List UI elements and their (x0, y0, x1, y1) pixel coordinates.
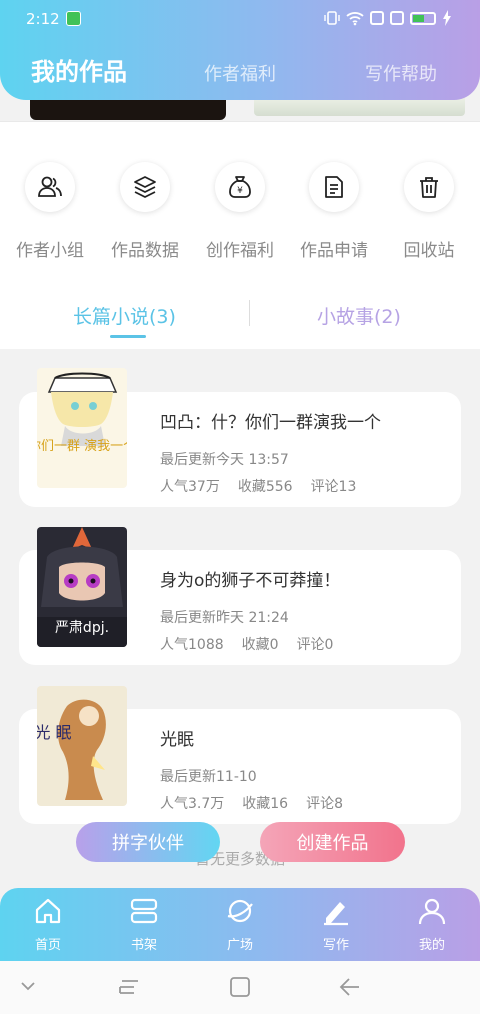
trash-icon (420, 177, 438, 198)
bookshelf-icon (130, 898, 158, 924)
nav-write[interactable]: 写作 (306, 896, 366, 953)
nav-profile[interactable]: 我的 (402, 896, 462, 953)
work-stats: 人气37万 收藏556 评论13 (160, 476, 356, 496)
group-icon (38, 176, 62, 197)
home-icon (35, 898, 61, 924)
cover-text: 严肃dpj. (55, 620, 109, 636)
nav-label: 书架 (130, 938, 157, 953)
nav-label: 写作 (322, 938, 349, 953)
work-comments: 评论8 (306, 796, 344, 812)
svg-text:¥: ¥ (237, 186, 243, 196)
quick-action-panel: 作者小组 作品数据 ¥ 创作福利 作品申请 回收站 长篇小说(3) 小故事(2) (0, 121, 480, 349)
nav-label: 首页 (34, 938, 61, 953)
quick-creation-benefits[interactable]: ¥ 创作福利 (190, 162, 290, 261)
nav-bookshelf[interactable]: 书架 (114, 896, 174, 953)
quick-author-group[interactable]: 作者小组 (0, 162, 100, 261)
battery-icon (410, 11, 436, 25)
work-cover[interactable]: 你们一群 演我一个 (37, 368, 127, 488)
quick-label: 作者小组 (16, 241, 84, 261)
cover-text: 光 眠 (37, 723, 72, 742)
create-work-button[interactable]: 创建作品 (260, 822, 405, 862)
recents-icon[interactable] (116, 975, 142, 999)
sim-alert-icon (370, 11, 384, 25)
work-comments: 评论13 (310, 479, 357, 495)
work-popularity: 人气37万 (160, 479, 220, 495)
tab-author-benefits[interactable]: 作者福利 (204, 60, 276, 86)
quick-label: 作品数据 (111, 241, 179, 261)
quick-work-data[interactable]: 作品数据 (95, 162, 195, 261)
work-comments: 评论0 (296, 637, 334, 653)
planet-icon (227, 899, 253, 923)
quick-work-application[interactable]: 作品申请 (284, 162, 384, 261)
nav-plaza[interactable]: 广场 (210, 896, 270, 953)
cover-illustration: 你们一群 演我一个 (37, 368, 127, 488)
quick-label: 回收站 (403, 241, 455, 261)
system-nav-bar (0, 961, 480, 1014)
layers-icon (134, 176, 156, 198)
money-bag-icon: ¥ (229, 176, 251, 198)
work-popularity: 人气1088 (160, 637, 224, 653)
tab-writing-help[interactable]: 写作帮助 (365, 60, 437, 86)
work-favorites: 收藏0 (241, 637, 279, 653)
work-title: 凹凸：什？你们一群演我一个 (160, 413, 381, 433)
writing-partner-button[interactable]: 拼字伙伴 (76, 822, 220, 862)
cover-text: 你们一群 演我一个 (37, 438, 127, 454)
pen-icon (324, 902, 348, 926)
home-square-icon[interactable] (228, 975, 252, 999)
no-more-data: 暂无更多数据 (194, 850, 285, 868)
document-icon (325, 176, 343, 198)
profile-icon (418, 898, 446, 925)
work-updated: 最后更新今天 13:57 (160, 452, 289, 468)
bottom-nav: 首页 书架 广场 写作 我的 (0, 888, 480, 961)
cover-illustration: 光 眠 (37, 686, 127, 806)
work-cover[interactable]: 光 眠 (37, 686, 127, 806)
segment-short-stories[interactable]: 小故事(2) (317, 302, 401, 329)
work-favorites: 收藏16 (242, 796, 289, 812)
status-bar: 2:12 (0, 8, 480, 30)
work-stats: 人气3.7万 收藏16 评论8 (160, 793, 343, 813)
work-popularity: 人气3.7万 (160, 796, 225, 812)
work-title: 身为o的狮子不可莽撞！ (160, 571, 341, 591)
tab-my-works[interactable]: 我的作品 (31, 52, 127, 87)
header-tabs: 我的作品 作者福利 写作帮助 (0, 52, 480, 92)
cover-illustration: 严肃dpj. (37, 527, 127, 647)
vibrate-icon (324, 11, 340, 25)
nav-label: 我的 (418, 938, 445, 953)
header-bar: 2:12 我的作品 作者福利 写作帮助 (0, 0, 480, 100)
charging-icon (443, 10, 451, 26)
quick-label: 作品申请 (300, 241, 368, 261)
quick-recycle-bin[interactable]: 回收站 (379, 162, 479, 261)
wifi-icon (346, 12, 364, 26)
chevron-down-icon[interactable] (20, 981, 36, 991)
segment-long-novels[interactable]: 长篇小说(3) (73, 302, 176, 329)
back-arrow-icon[interactable] (338, 975, 362, 999)
work-title: 光眠 (160, 730, 194, 750)
work-cover[interactable]: 严肃dpj. (37, 527, 127, 647)
segment-active-indicator (110, 335, 146, 338)
segment-divider (249, 300, 250, 326)
work-updated: 最后更新11-10 (160, 769, 257, 785)
status-time: 2:12 (26, 10, 60, 28)
status-icons (324, 10, 452, 26)
app-notification-icon (66, 11, 81, 26)
nav-label: 广场 (226, 938, 253, 953)
quick-label: 创作福利 (206, 241, 274, 261)
sim-alert-icon-2 (390, 11, 404, 25)
work-updated: 最后更新昨天 21:24 (160, 610, 289, 626)
work-favorites: 收藏556 (237, 479, 293, 495)
work-stats: 人气1088 收藏0 评论0 (160, 634, 333, 654)
nav-home[interactable]: 首页 (18, 896, 78, 953)
